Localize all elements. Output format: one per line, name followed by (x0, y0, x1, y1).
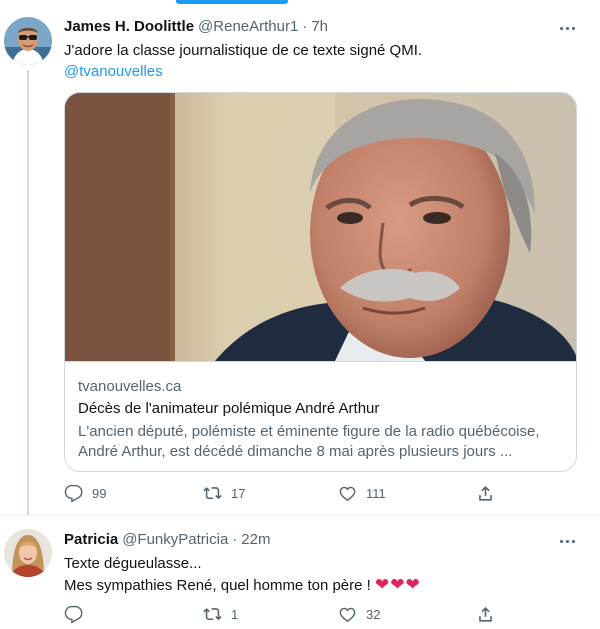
tweet-actions: 1 32 (64, 605, 500, 627)
like-count: 32 (366, 607, 381, 622)
like-icon (339, 486, 356, 502)
tweet-time[interactable]: 22m (241, 531, 270, 548)
tweet[interactable]: Patricia @FunkyPatricia · 22m Texte dégu… (0, 515, 600, 629)
tweet-header: Patricia @FunkyPatricia · 22m (64, 531, 270, 548)
author-name[interactable]: Patricia (64, 531, 118, 548)
separator-dot: · (232, 531, 238, 548)
thread-line (27, 70, 29, 515)
avatar[interactable] (4, 17, 52, 65)
card-description: L'ancien député, polémiste et éminente f… (78, 422, 568, 462)
tweet-actions: 99 17 111 (64, 484, 500, 506)
retweet-icon (203, 608, 222, 621)
tweet[interactable]: James H. Doolittle @ReneArthur1 · 7h J'a… (0, 0, 600, 515)
more-icon[interactable] (556, 532, 578, 550)
author-name[interactable]: James H. Doolittle (64, 18, 194, 35)
heart-emoji: ❤❤❤ (375, 575, 421, 594)
reply-icon (64, 484, 83, 503)
tweet-text-line: Texte dégueulasse... (64, 555, 202, 572)
like-count: 111 (366, 486, 386, 501)
share-icon (479, 607, 492, 622)
reply-button[interactable] (64, 605, 92, 624)
card-title: Décès de l'animateur polémique André Art… (78, 400, 380, 417)
like-button[interactable]: 32 (338, 605, 380, 624)
retweet-count: 17 (231, 486, 246, 501)
like-icon (339, 607, 356, 623)
separator-dot: · (302, 18, 308, 35)
tweet-text: J'adore la classe journalistique de ce t… (64, 40, 422, 82)
card-domain: tvanouvelles.ca (78, 378, 182, 395)
card-body: tvanouvelles.ca Décès de l'animateur pol… (65, 361, 576, 471)
reply-icon (64, 605, 83, 624)
tweet-text-line-content: Mes sympathies René, quel homme ton père… (64, 577, 371, 594)
like-button[interactable]: 111 (338, 484, 386, 503)
retweet-icon (203, 487, 222, 500)
mention-link[interactable]: @tvanouvelles (64, 61, 422, 82)
retweet-count: 1 (231, 607, 239, 622)
tweet-text: Texte dégueulasse... Mes sympathies René… (64, 553, 421, 596)
card-image (65, 93, 576, 361)
more-icon[interactable] (556, 19, 578, 37)
reply-button[interactable]: 99 (64, 484, 106, 503)
card-description-line: L'ancien député, polémiste et éminente f… (78, 423, 540, 440)
share-icon (479, 486, 492, 501)
retweet-button[interactable]: 17 (203, 484, 245, 503)
reply-count: 99 (92, 486, 107, 501)
share-button[interactable] (476, 605, 495, 624)
tweet-text-line: Mes sympathies René, quel homme ton père… (64, 574, 421, 596)
card-description-line: André Arthur, est décédé dimanche 8 mai … (78, 443, 513, 460)
author-handle[interactable]: @FunkyPatricia (122, 531, 228, 548)
share-button[interactable] (476, 484, 495, 503)
tweet-time[interactable]: 7h (311, 18, 328, 35)
link-card[interactable]: tvanouvelles.ca Décès de l'animateur pol… (64, 92, 577, 472)
retweet-button[interactable]: 1 (203, 605, 238, 624)
tweet-header: James H. Doolittle @ReneArthur1 · 7h (64, 18, 328, 35)
author-handle[interactable]: @ReneArthur1 (198, 18, 298, 35)
avatar[interactable] (4, 529, 52, 577)
tweet-text-line: J'adore la classe journalistique de ce t… (64, 42, 423, 59)
